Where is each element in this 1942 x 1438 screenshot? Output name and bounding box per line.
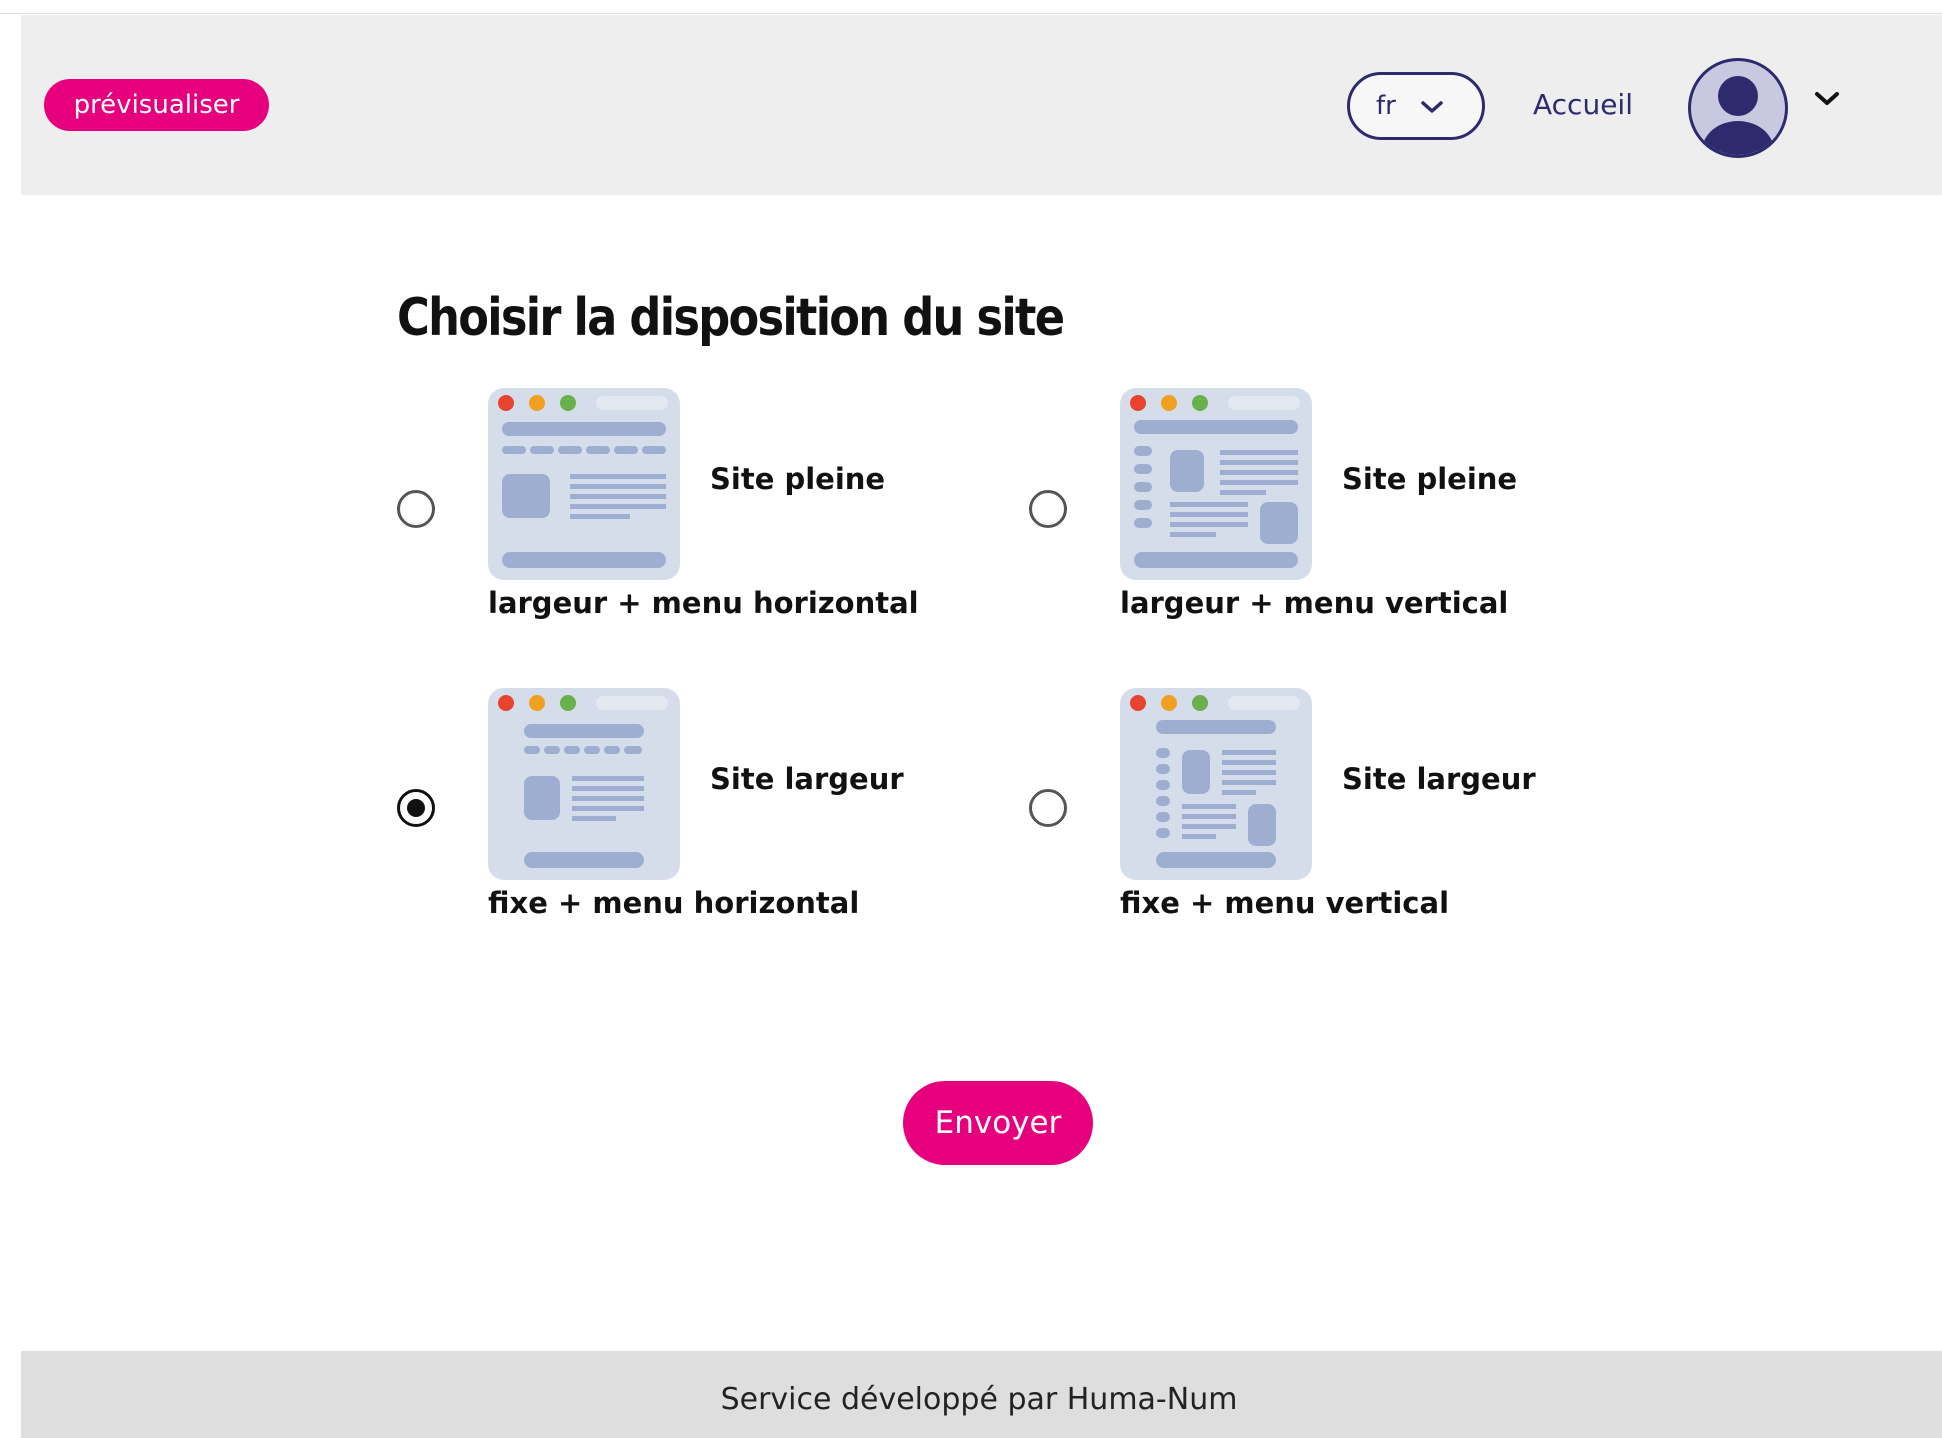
layout-fixed-vertical-icon bbox=[1120, 688, 1312, 880]
layout-fixed-horizontal-icon bbox=[488, 688, 680, 880]
option-label-line1: Site largeur bbox=[1342, 762, 1536, 796]
top-border bbox=[0, 0, 1942, 14]
page-title: Choisir la disposition du site bbox=[397, 288, 1065, 348]
preview-button[interactable]: prévisualiser bbox=[44, 79, 269, 131]
radio-full-vertical[interactable] bbox=[1029, 490, 1067, 528]
header-bar bbox=[21, 15, 1942, 195]
radio-full-horizontal[interactable] bbox=[397, 490, 435, 528]
user-menu-chevron-icon[interactable] bbox=[1814, 90, 1840, 108]
option-label-line2: largeur + menu vertical bbox=[1120, 586, 1509, 620]
radio-fixed-horizontal[interactable] bbox=[397, 789, 435, 827]
option-label-line1: Site largeur bbox=[710, 762, 904, 796]
option-label-line2: fixe + menu vertical bbox=[1120, 886, 1450, 920]
option-label-line1: Site pleine bbox=[1342, 462, 1518, 496]
user-avatar-icon[interactable] bbox=[1688, 58, 1788, 158]
chevron-down-icon bbox=[1421, 101, 1443, 113]
layout-full-horizontal-icon bbox=[488, 388, 680, 580]
language-select[interactable]: fr bbox=[1347, 72, 1485, 140]
radio-fixed-vertical[interactable] bbox=[1029, 789, 1067, 827]
option-label-line1: Site pleine bbox=[710, 462, 886, 496]
language-value: fr bbox=[1376, 91, 1396, 121]
home-link[interactable]: Accueil bbox=[1533, 88, 1633, 121]
submit-button[interactable]: Envoyer bbox=[903, 1081, 1093, 1165]
layout-full-vertical-icon bbox=[1120, 388, 1312, 580]
footer-credit: Service développé par Huma-Num bbox=[720, 1382, 1238, 1417]
option-label-line2: largeur + menu horizontal bbox=[488, 586, 919, 620]
option-label-line2: fixe + menu horizontal bbox=[488, 886, 860, 920]
